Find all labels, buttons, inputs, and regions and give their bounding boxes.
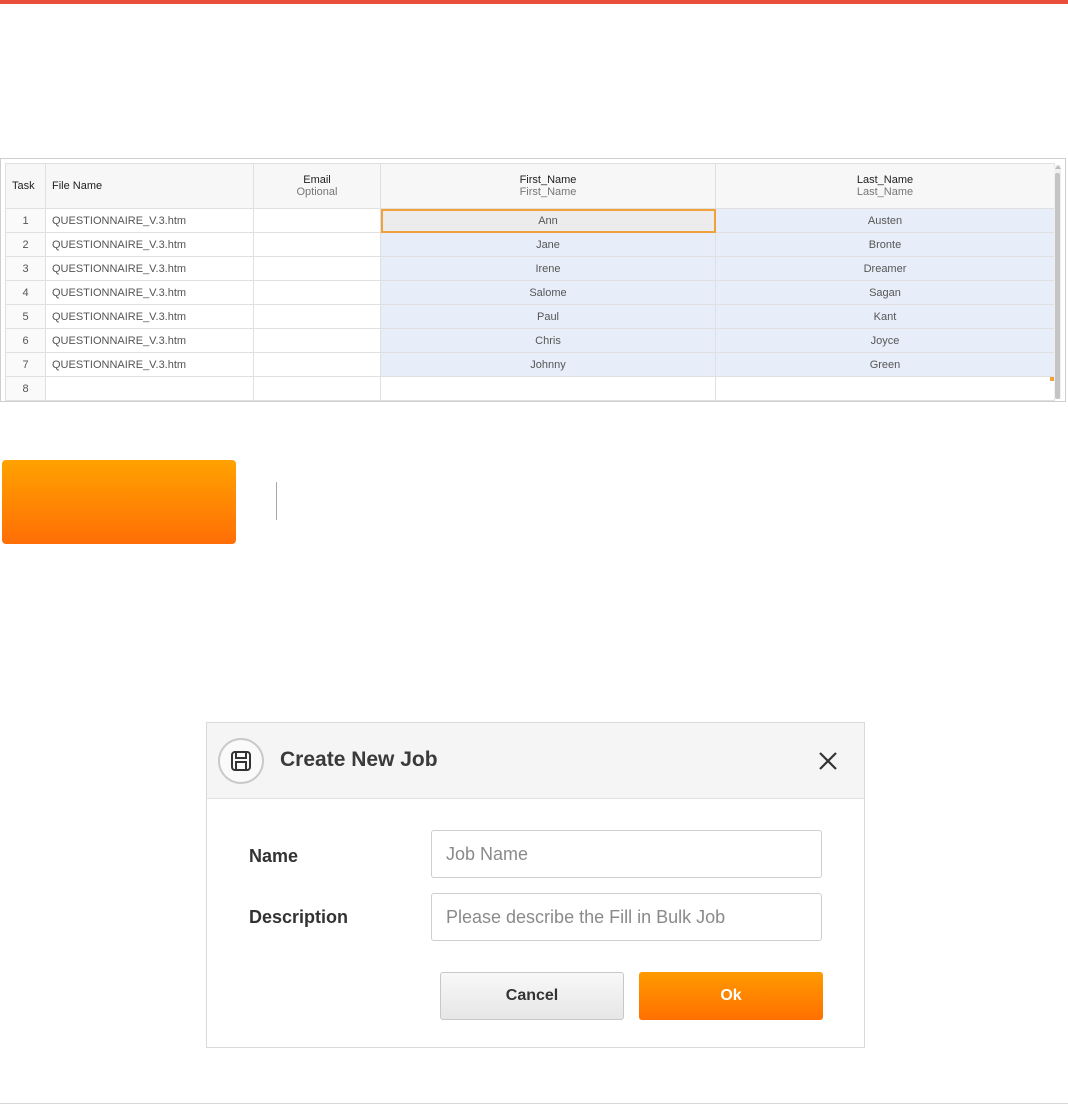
task-cell[interactable]: 5 (5, 304, 46, 329)
last-name-cell[interactable] (715, 376, 1055, 401)
orange-action-button[interactable] (2, 460, 236, 544)
task-cell[interactable]: 7 (5, 352, 46, 377)
first-name-cell[interactable]: Ann (380, 208, 716, 233)
first-name-cell[interactable]: Paul (380, 304, 716, 329)
email-cell[interactable] (253, 280, 381, 305)
task-cell[interactable]: 3 (5, 256, 46, 281)
file-name-cell[interactable]: QUESTIONNAIRE_V.3.htm (45, 352, 254, 377)
email-cell[interactable] (253, 256, 381, 281)
task-cell[interactable]: 4 (5, 280, 46, 305)
first-name-cell[interactable]: Salome (380, 280, 716, 305)
ok-button[interactable]: Ok (639, 972, 823, 1020)
first-name-cell[interactable] (380, 376, 716, 401)
data-grid: Task File Name Email Optional First_Name… (0, 158, 1066, 402)
table-row: 6 QUESTIONNAIRE_V.3.htm Chris Joyce (5, 328, 1055, 353)
table-row: 4 QUESTIONNAIRE_V.3.htm Salome Sagan (5, 280, 1055, 305)
task-cell[interactable]: 1 (5, 208, 46, 233)
description-label: Description (249, 907, 349, 927)
file-name-cell[interactable]: QUESTIONNAIRE_V.3.htm (45, 256, 254, 281)
file-name-cell[interactable]: QUESTIONNAIRE_V.3.htm (45, 232, 254, 257)
header-row: Task File Name Email Optional First_Name… (5, 163, 1055, 209)
task-cell[interactable]: 8 (5, 376, 46, 401)
table-row: 2 QUESTIONNAIRE_V.3.htm Jane Bronte (5, 232, 1055, 257)
table-row: 5 QUESTIONNAIRE_V.3.htm Paul Kant (5, 304, 1055, 329)
column-header-first-name-title: First_Name (519, 174, 577, 186)
top-accent-bar (0, 0, 1068, 4)
column-header-file-name[interactable]: File Name (45, 163, 254, 209)
email-cell[interactable] (253, 328, 381, 353)
column-header-email[interactable]: Email Optional (253, 163, 381, 209)
column-header-last-name-subtitle: Last_Name (856, 186, 914, 198)
file-name-cell[interactable] (45, 376, 254, 401)
table-row: 7 QUESTIONNAIRE_V.3.htm Johnny Green (5, 352, 1055, 377)
table-row: 1 QUESTIONNAIRE_V.3.htm Ann Austen (5, 208, 1055, 233)
column-header-email-subtitle: Optional (296, 186, 338, 198)
save-icon (218, 738, 264, 784)
close-icon[interactable] (816, 749, 840, 773)
file-name-cell[interactable]: QUESTIONNAIRE_V.3.htm (45, 280, 254, 305)
email-cell[interactable] (253, 352, 381, 377)
cancel-button[interactable]: Cancel (440, 972, 624, 1020)
last-name-cell[interactable]: Kant (715, 304, 1055, 329)
scroll-thumb[interactable] (1055, 173, 1060, 399)
file-name-cell[interactable]: QUESTIONNAIRE_V.3.htm (45, 208, 254, 233)
first-name-cell[interactable]: Chris (380, 328, 716, 353)
column-header-email-title: Email (303, 174, 331, 186)
scroll-up-arrow-icon[interactable] (1055, 165, 1061, 169)
last-name-cell[interactable]: Sagan (715, 280, 1055, 305)
create-job-dialog: Create New Job Name Description Cancel O… (206, 722, 865, 1048)
vertical-scrollbar[interactable] (1054, 165, 1061, 399)
column-header-task[interactable]: Task (5, 163, 46, 209)
last-name-cell[interactable]: Joyce (715, 328, 1055, 353)
file-name-cell[interactable]: QUESTIONNAIRE_V.3.htm (45, 328, 254, 353)
email-cell[interactable] (253, 376, 381, 401)
column-header-first-name[interactable]: First_Name First_Name (380, 163, 716, 209)
dialog-title: Create New Job (280, 748, 438, 771)
first-name-cell[interactable]: Johnny (380, 352, 716, 377)
email-cell[interactable] (253, 208, 381, 233)
last-name-cell[interactable]: Bronte (715, 232, 1055, 257)
name-label: Name (249, 846, 299, 866)
file-name-cell[interactable]: QUESTIONNAIRE_V.3.htm (45, 304, 254, 329)
column-header-last-name-title: Last_Name (856, 174, 914, 186)
grid-table: Task File Name Email Optional First_Name… (5, 163, 1055, 401)
last-name-cell[interactable]: Dreamer (715, 256, 1055, 281)
first-name-cell[interactable]: Irene (380, 256, 716, 281)
last-name-cell[interactable]: Austen (715, 208, 1055, 233)
table-row: 3 QUESTIONNAIRE_V.3.htm Irene Dreamer (5, 256, 1055, 281)
task-cell[interactable]: 2 (5, 232, 46, 257)
dialog-header: Create New Job (207, 723, 864, 799)
table-row: 8 (5, 376, 1055, 401)
column-header-last-name[interactable]: Last_Name Last_Name (715, 163, 1055, 209)
first-name-cell[interactable]: Jane (380, 232, 716, 257)
email-cell[interactable] (253, 232, 381, 257)
task-cell[interactable]: 6 (5, 328, 46, 353)
column-header-first-name-subtitle: First_Name (519, 186, 577, 198)
footer-divider (0, 1103, 1068, 1104)
last-name-cell[interactable]: Green (715, 352, 1055, 377)
job-name-input[interactable] (431, 830, 822, 878)
job-description-input[interactable] (431, 893, 822, 941)
email-cell[interactable] (253, 304, 381, 329)
vertical-divider (276, 482, 277, 520)
